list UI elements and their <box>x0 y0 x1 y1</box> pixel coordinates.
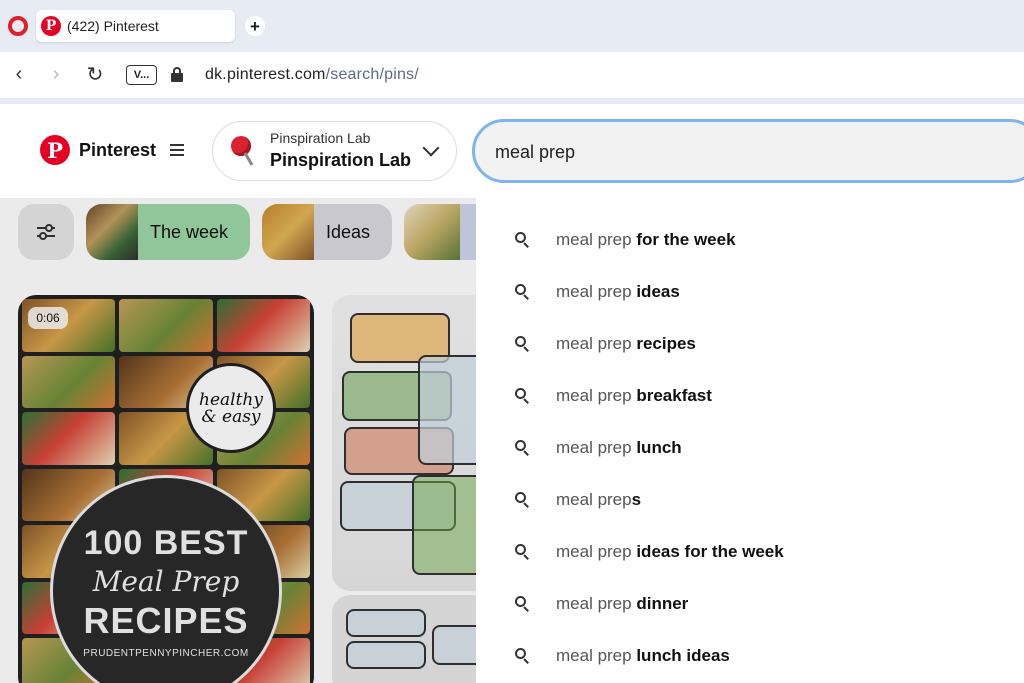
chip-thumbnail <box>404 204 460 260</box>
board-subtitle: Pinspiration Lab <box>270 130 371 146</box>
suggestion-item[interactable]: meal prep dinner <box>476 578 1024 630</box>
pinterest-header: P Pinterest Pinspiration Lab Pinspiratio… <box>0 104 1024 198</box>
suggestion-item[interactable]: meal prep lunch <box>476 422 1024 474</box>
pinterest-logo-icon[interactable]: P <box>40 135 70 165</box>
chip-thumbnail <box>86 204 138 260</box>
search-input[interactable]: meal prep <box>472 119 1024 183</box>
tab-title: (422) Pinterest <box>67 18 159 34</box>
filter-button[interactable] <box>18 204 74 260</box>
url-path: /search/pins/ <box>325 66 419 83</box>
suggestion-item[interactable]: meal prep ideas <box>476 266 1024 318</box>
board-name: Pinspiration Lab <box>270 150 412 170</box>
chip-label: The week <box>150 221 229 242</box>
hamburger-menu-icon[interactable] <box>170 144 184 156</box>
search-icon <box>515 388 531 404</box>
search-icon <box>515 492 531 508</box>
healthy-easy-sticker: healthy & easy <box>186 363 276 453</box>
suggestion-item[interactable]: meal prep ideas for the week <box>476 526 1024 578</box>
chevron-down-icon <box>422 139 440 157</box>
suggestion-text: meal preps <box>556 490 642 509</box>
board-selector[interactable]: Pinspiration Lab Pinspiration Lab <box>212 121 457 181</box>
suggestion-text: meal prep breakfast <box>556 386 712 405</box>
suggestion-item[interactable]: meal prep breakfast <box>476 370 1024 422</box>
chip-ideas[interactable]: Ideas <box>262 204 392 260</box>
browser-tab-strip: P (422) Pinterest + <box>0 0 1024 52</box>
pushpin-icon <box>227 134 257 168</box>
url-field[interactable]: dk.pinterest.com/search/pins/ <box>205 66 419 84</box>
suggestion-text: meal prep ideas for the week <box>556 542 784 561</box>
search-suggestions-dropdown: meal prep for the week meal prep ideas m… <box>476 198 1024 683</box>
pinterest-favicon-icon: P <box>41 16 61 36</box>
pin-title-line2: Meal Prep <box>92 564 240 598</box>
suggestion-text: meal prep recipes <box>556 334 696 353</box>
pin-card-meal-prep-recipes[interactable]: 0:06 healthy & easy 100 BEST Meal Prep R… <box>18 295 314 683</box>
browser-tab[interactable]: P (422) Pinterest <box>36 10 235 42</box>
suggestion-item[interactable]: meal preps <box>476 474 1024 526</box>
search-icon <box>515 336 531 352</box>
pin-title-line3: RECIPES <box>83 599 249 641</box>
chip-the-week[interactable]: The week <box>86 204 250 260</box>
pin-feed: The week Ideas 0:06 healthy & easy 100 B… <box>0 198 476 683</box>
search-icon <box>515 648 531 664</box>
lock-icon[interactable] <box>171 67 183 82</box>
suggestion-item[interactable]: meal prep lunch ideas <box>476 630 1024 682</box>
suggestion-item[interactable]: meal prep recipes <box>476 318 1024 370</box>
vpn-badge[interactable]: V... <box>126 65 157 85</box>
filter-sliders-icon <box>37 224 55 240</box>
suggestion-text: meal prep lunch ideas <box>556 646 730 665</box>
reload-icon[interactable]: ↻ <box>84 62 106 86</box>
chip-label: Ideas <box>326 221 371 242</box>
pin-card-stacked-containers[interactable] <box>332 595 476 683</box>
search-icon <box>515 232 531 248</box>
suggestion-text: meal prep lunch <box>556 438 682 457</box>
pin-card-containers[interactable] <box>332 295 476 591</box>
pin-title-line1: 100 BEST <box>83 523 249 562</box>
pin-source: PRUDENTPENNYPINCHER.COM <box>83 647 249 659</box>
search-icon <box>515 284 531 300</box>
search-icon <box>515 440 531 456</box>
suggestion-text: meal prep dinner <box>556 594 689 613</box>
search-icon <box>515 596 531 612</box>
forward-arrow-icon[interactable]: › <box>45 62 67 86</box>
suggestion-item[interactable]: meal prep for the week <box>476 214 1024 266</box>
chip-high-protein[interactable] <box>404 204 476 260</box>
new-tab-button[interactable]: + <box>245 16 265 36</box>
search-icon <box>515 544 531 560</box>
video-duration-badge: 0:06 <box>28 307 68 329</box>
opera-logo-icon[interactable] <box>8 16 28 36</box>
suggestion-text: meal prep for the week <box>556 230 736 249</box>
back-arrow-icon[interactable]: ‹ <box>8 62 30 86</box>
brand-name[interactable]: Pinterest <box>79 140 156 161</box>
chip-thumbnail <box>262 204 314 260</box>
url-host: dk.pinterest.com <box>205 66 326 83</box>
search-value: meal prep <box>495 142 576 162</box>
suggestion-text: meal prep ideas <box>556 282 680 301</box>
address-bar: ‹ › ↻ V... dk.pinterest.com/search/pins/ <box>0 52 1024 98</box>
